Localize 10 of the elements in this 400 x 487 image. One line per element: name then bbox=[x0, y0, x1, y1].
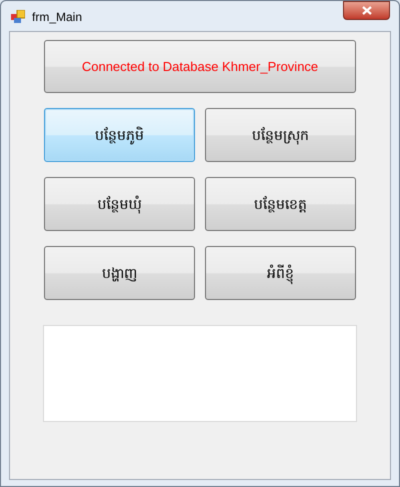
close-icon bbox=[362, 6, 372, 15]
menu-button[interactable]: បន្ថែមភូមិ bbox=[44, 108, 195, 162]
menu-button[interactable]: បង្ហាញ bbox=[44, 246, 195, 300]
window-title: frm_Main bbox=[32, 9, 82, 26]
menu-button[interactable]: បន្ថែមឃុំ bbox=[44, 177, 195, 231]
menu-button[interactable]: អំពីខ្ញុំ bbox=[205, 246, 356, 300]
app-icon bbox=[11, 10, 25, 23]
menu-button[interactable]: បន្ថែមខេត្ត bbox=[205, 177, 356, 231]
close-button[interactable] bbox=[343, 1, 390, 20]
menu-button[interactable]: បន្ថែមស្រុក bbox=[205, 108, 356, 162]
